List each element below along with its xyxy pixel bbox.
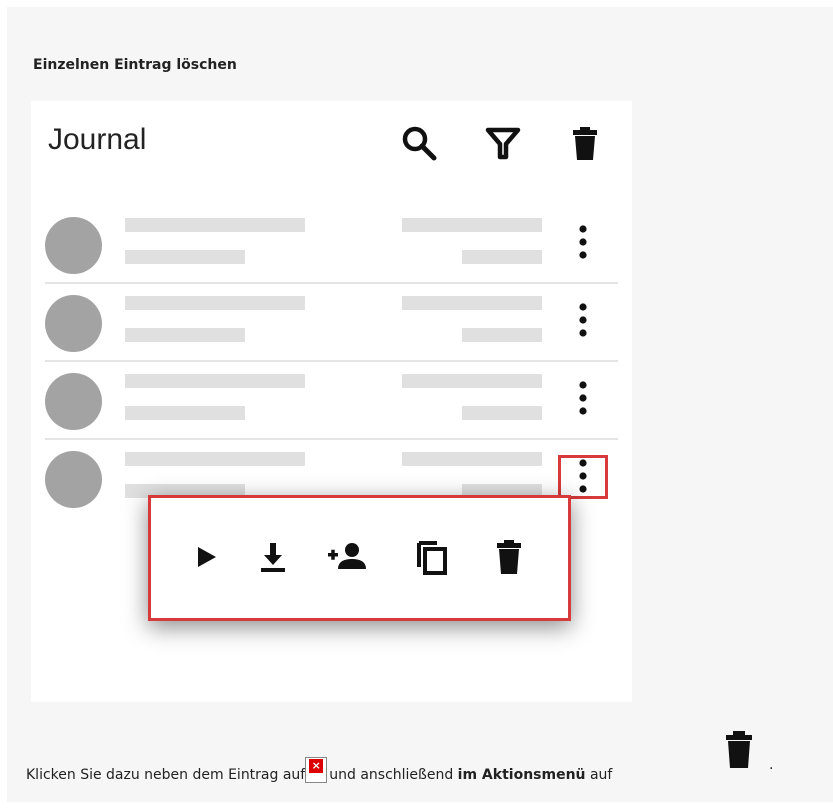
filter-icon[interactable] bbox=[483, 123, 523, 163]
action-menu bbox=[148, 495, 571, 621]
avatar bbox=[45, 295, 102, 352]
more-vert-icon[interactable] bbox=[571, 378, 595, 418]
placeholder-bar bbox=[125, 296, 305, 310]
delete-icon[interactable] bbox=[487, 535, 531, 579]
instruction-part1: Klicken Sie dazu neben dem Eintrag auf bbox=[26, 767, 306, 783]
instruction-end: . bbox=[769, 757, 774, 773]
search-icon[interactable] bbox=[399, 123, 439, 163]
avatar bbox=[45, 217, 102, 274]
trash-icon[interactable] bbox=[565, 123, 605, 163]
app-screenshot: Journal bbox=[31, 101, 632, 702]
list-item[interactable] bbox=[45, 276, 618, 354]
download-icon[interactable] bbox=[251, 535, 295, 579]
broken-image-icon: × bbox=[305, 757, 328, 783]
placeholder-bar bbox=[125, 452, 305, 466]
placeholder-bar bbox=[462, 406, 542, 420]
more-button-highlight bbox=[558, 455, 608, 499]
placeholder-bar bbox=[125, 374, 305, 388]
placeholder-bar bbox=[402, 296, 542, 310]
avatar bbox=[45, 451, 102, 508]
more-vert-icon[interactable] bbox=[571, 222, 595, 262]
placeholder-bar bbox=[402, 218, 542, 232]
placeholder-bar bbox=[462, 328, 542, 342]
copy-icon[interactable] bbox=[409, 535, 453, 579]
page-title: Journal bbox=[48, 123, 147, 156]
placeholder-bar bbox=[402, 374, 542, 388]
avatar bbox=[45, 373, 102, 430]
placeholder-bar bbox=[125, 328, 245, 342]
placeholder-bar bbox=[125, 218, 305, 232]
placeholder-bar bbox=[462, 250, 542, 264]
more-vert-icon[interactable] bbox=[571, 300, 595, 340]
list-item[interactable] bbox=[45, 354, 618, 432]
instruction-bold: im Aktionsmenü bbox=[457, 767, 586, 783]
instruction-text: Klicken Sie dazu neben dem Eintrag auf × u… bbox=[26, 757, 612, 783]
broken-image-glyph: × bbox=[309, 759, 324, 773]
section-heading: Einzelnen Eintrag löschen bbox=[33, 57, 237, 73]
document-card: Einzelnen Eintrag löschen Journal bbox=[7, 7, 833, 802]
instruction-part3: auf bbox=[585, 767, 613, 783]
placeholder-bar bbox=[402, 452, 542, 466]
add-user-icon[interactable] bbox=[325, 535, 369, 579]
play-icon[interactable] bbox=[184, 535, 228, 579]
placeholder-bar bbox=[125, 250, 245, 264]
trash-icon bbox=[724, 728, 754, 772]
instruction-part2: und anschließend bbox=[329, 767, 458, 783]
list-item[interactable] bbox=[45, 198, 618, 276]
placeholder-bar bbox=[125, 406, 245, 420]
